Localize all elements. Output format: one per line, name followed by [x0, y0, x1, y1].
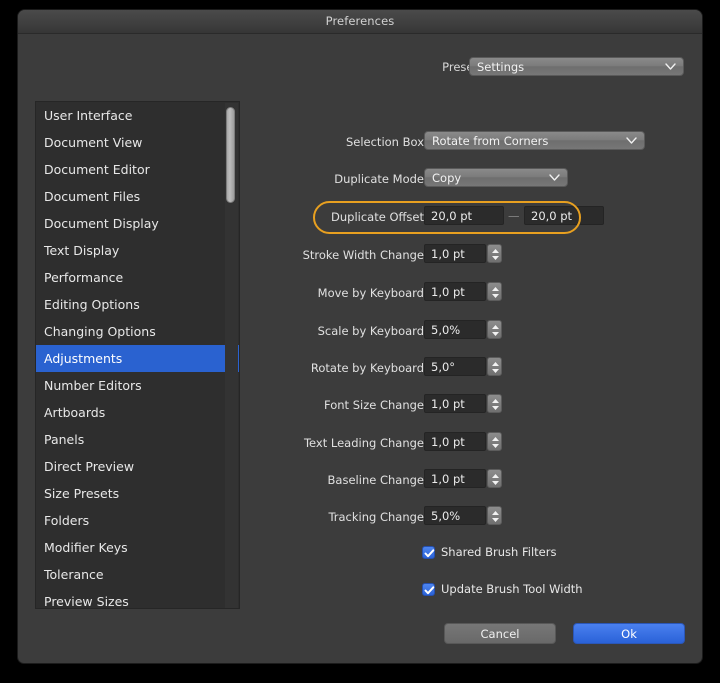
row-text-leading-change: Text Leading Change 1,0 pt: [250, 432, 702, 458]
font-size-change-label: Font Size Change: [324, 398, 424, 412]
sidebar-item-panels[interactable]: Panels: [36, 426, 239, 453]
shared-brush-filters-checkbox[interactable]: [422, 546, 435, 559]
row-selection-box: Selection Box Rotate from Corners: [250, 131, 702, 157]
duplicate-mode-label: Duplicate Mode: [334, 172, 424, 186]
selection-box-value: Rotate from Corners: [432, 134, 549, 148]
duplicate-offset-y-value: 20,0 pt: [531, 209, 573, 223]
duplicate-offset-x-input[interactable]: 20,0 pt: [424, 206, 504, 225]
selection-box-label: Selection Box: [345, 135, 424, 149]
update-brush-tool-width-label: Update Brush Tool Width: [441, 582, 583, 596]
sidebar-scrollbar-thumb[interactable]: [226, 107, 235, 203]
preferences-category-list[interactable]: User Interface Document View Document Edit…: [35, 101, 240, 609]
chevron-down-icon: [626, 137, 637, 144]
duplicate-offset-label: Duplicate Offset: [331, 210, 424, 224]
text-leading-change-value: 1,0 pt: [431, 435, 465, 449]
scale-by-keyboard-input[interactable]: 5,0%: [424, 320, 486, 339]
move-by-keyboard-input[interactable]: 1,0 pt: [424, 282, 486, 301]
chevron-down-icon: [665, 63, 676, 70]
move-by-keyboard-label: Move by Keyboard: [317, 286, 424, 300]
move-by-keyboard-stepper[interactable]: [487, 282, 502, 301]
move-by-keyboard-value: 1,0 pt: [431, 285, 465, 299]
sidebar-item-performance[interactable]: Performance: [36, 264, 239, 291]
scale-by-keyboard-stepper[interactable]: [487, 320, 502, 339]
window-title: Preferences: [325, 14, 395, 28]
tracking-change-value: 5,0%: [431, 509, 461, 523]
sidebar-item-direct-preview[interactable]: Direct Preview: [36, 453, 239, 480]
sidebar-item-adjustments[interactable]: Adjustments: [36, 345, 239, 372]
sidebar-item-user-interface[interactable]: User Interface: [36, 102, 239, 129]
sidebar-item-preview-sizes[interactable]: Preview Sizes: [36, 588, 239, 608]
sidebar-item-tolerance[interactable]: Tolerance: [36, 561, 239, 588]
sidebar-item-number-editors[interactable]: Number Editors: [36, 372, 239, 399]
tracking-change-input[interactable]: 5,0%: [424, 506, 486, 525]
shared-brush-filters-label: Shared Brush Filters: [441, 545, 557, 559]
row-duplicate-offset: Duplicate Offset 20,0 pt — 20,0 pt: [250, 206, 702, 232]
tracking-change-stepper[interactable]: [487, 506, 502, 525]
sidebar-item-artboards[interactable]: Artboards: [36, 399, 239, 426]
sidebar-item-document-editor[interactable]: Document Editor: [36, 156, 239, 183]
row-move-by-keyboard: Move by Keyboard 1,0 pt: [250, 282, 702, 308]
row-scale-by-keyboard: Scale by Keyboard 5,0%: [250, 320, 702, 346]
text-leading-change-label: Text Leading Change: [303, 436, 424, 450]
sidebar-item-folders[interactable]: Folders: [36, 507, 239, 534]
rotate-by-keyboard-label: Rotate by Keyboard: [310, 361, 424, 375]
rotate-by-keyboard-input[interactable]: 5,0°: [424, 357, 486, 376]
sidebar-item-changing-options[interactable]: Changing Options: [36, 318, 239, 345]
stroke-width-change-input[interactable]: 1,0 pt: [424, 244, 486, 263]
duplicate-mode-dropdown[interactable]: Copy: [424, 168, 568, 187]
sidebar-scrollbar-track[interactable]: [225, 103, 238, 608]
row-tracking-change: Tracking Change 5,0%: [250, 506, 702, 532]
baseline-change-input[interactable]: 1,0 pt: [424, 469, 486, 488]
baseline-change-value: 1,0 pt: [431, 472, 465, 486]
cancel-button[interactable]: Cancel: [444, 623, 556, 644]
font-size-change-value: 1,0 pt: [431, 397, 465, 411]
presets-dropdown-value: Settings: [477, 60, 525, 74]
baseline-change-stepper[interactable]: [487, 469, 502, 488]
duplicate-offset-y-input[interactable]: 20,0 pt: [524, 206, 604, 225]
tracking-change-label: Tracking Change: [328, 510, 424, 524]
duplicate-mode-value: Copy: [432, 171, 462, 185]
sidebar-item-size-presets[interactable]: Size Presets: [36, 480, 239, 507]
text-leading-change-input[interactable]: 1,0 pt: [424, 432, 486, 451]
presets-dropdown[interactable]: Settings: [469, 57, 684, 76]
row-font-size-change: Font Size Change 1,0 pt: [250, 394, 702, 420]
sidebar-item-document-display[interactable]: Document Display: [36, 210, 239, 237]
duplicate-offset-separator: —: [508, 209, 520, 223]
scale-by-keyboard-value: 5,0%: [431, 323, 461, 337]
presets-row: Presets Settings: [18, 57, 702, 79]
dialog-footer: Cancel Ok: [18, 623, 702, 663]
rotate-by-keyboard-stepper[interactable]: [487, 357, 502, 376]
preferences-window: Preferences Presets Settings User Interf…: [18, 10, 702, 663]
row-duplicate-mode: Duplicate Mode Copy: [250, 168, 702, 194]
baseline-change-label: Baseline Change: [327, 473, 424, 487]
text-leading-change-stepper[interactable]: [487, 432, 502, 451]
stroke-width-change-label: Stroke Width Change: [302, 248, 424, 262]
sidebar-item-editing-options[interactable]: Editing Options: [36, 291, 239, 318]
adjustments-settings-panel: Selection Box Rotate from Corners Duplic…: [250, 101, 702, 609]
ok-button[interactable]: Ok: [573, 623, 685, 644]
sidebar-item-document-files[interactable]: Document Files: [36, 183, 239, 210]
selection-box-dropdown[interactable]: Rotate from Corners: [424, 131, 645, 150]
row-rotate-by-keyboard: Rotate by Keyboard 5,0°: [250, 357, 702, 383]
update-brush-tool-width-checkbox[interactable]: [422, 583, 435, 596]
row-stroke-width-change: Stroke Width Change 1,0 pt: [250, 244, 702, 270]
window-titlebar: Preferences: [18, 10, 702, 34]
row-baseline-change: Baseline Change 1,0 pt: [250, 469, 702, 495]
font-size-change-input[interactable]: 1,0 pt: [424, 394, 486, 413]
chevron-down-icon: [549, 174, 560, 181]
stroke-width-change-stepper[interactable]: [487, 244, 502, 263]
font-size-change-stepper[interactable]: [487, 394, 502, 413]
scale-by-keyboard-label: Scale by Keyboard: [317, 324, 424, 338]
duplicate-offset-x-value: 20,0 pt: [431, 209, 473, 223]
sidebar-item-modifier-keys[interactable]: Modifier Keys: [36, 534, 239, 561]
stroke-width-change-value: 1,0 pt: [431, 247, 465, 261]
sidebar-item-text-display[interactable]: Text Display: [36, 237, 239, 264]
rotate-by-keyboard-value: 5,0°: [431, 360, 456, 374]
sidebar-item-document-view[interactable]: Document View: [36, 129, 239, 156]
